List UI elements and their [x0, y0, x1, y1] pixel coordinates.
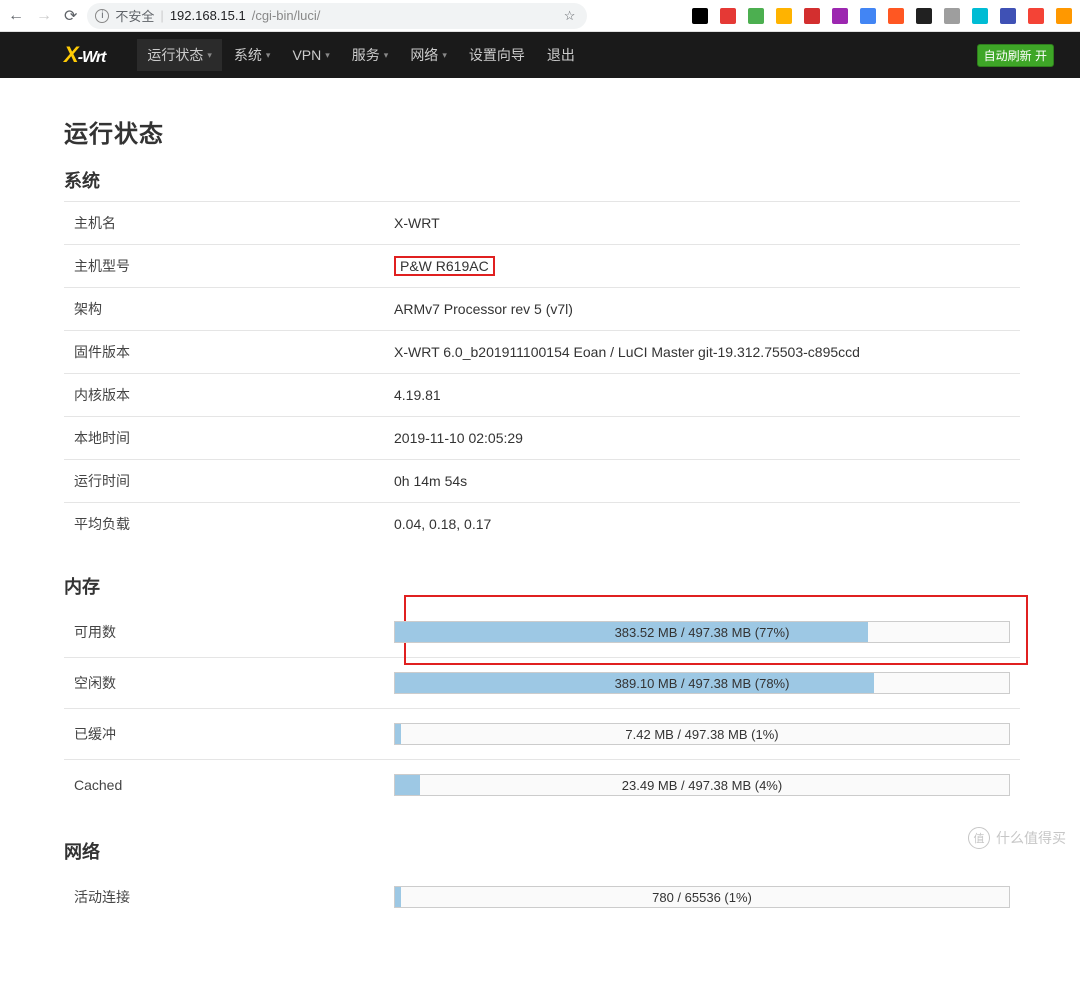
- mem-available-text: 383.52 MB / 497.38 MB (77%): [395, 622, 1009, 642]
- load-label: 平均负载: [74, 514, 394, 534]
- row-mem-cached: Cached 23.49 MB / 497.38 MB (4%): [64, 760, 1020, 810]
- row-uptime: 运行时间 0h 14m 54s: [64, 460, 1020, 503]
- extension-icon[interactable]: [1000, 8, 1016, 24]
- arch-value: ARMv7 Processor rev 5 (v7l): [394, 301, 1010, 317]
- row-mem-buffered: 已缓冲 7.42 MB / 497.38 MB (1%): [64, 709, 1020, 760]
- page-title: 运行状态: [64, 114, 1020, 149]
- extension-icon[interactable]: [944, 8, 960, 24]
- url-host: 192.168.15.1: [170, 8, 246, 23]
- nav-services[interactable]: 服务▾: [342, 39, 399, 71]
- caret-icon: ▾: [266, 50, 271, 61]
- back-icon[interactable]: ←: [8, 7, 24, 25]
- mem-cached-label: Cached: [74, 777, 394, 793]
- extension-icon[interactable]: [1056, 8, 1072, 24]
- mem-buffered-label: 已缓冲: [74, 724, 394, 744]
- section-memory: 内存: [64, 573, 1020, 599]
- load-value: 0.04, 0.18, 0.17: [394, 516, 1010, 532]
- nav-logout[interactable]: 退出: [537, 39, 585, 71]
- nav-wizard[interactable]: 设置向导: [459, 39, 535, 71]
- kernel-label: 内核版本: [74, 385, 394, 405]
- address-bar[interactable]: i 不安全 | 192.168.15.1/cgi-bin/luci/ ☆: [87, 3, 587, 29]
- extension-icon[interactable]: [1028, 8, 1044, 24]
- page-content: 运行状态 系统 主机名 X-WRT 主机型号 P&W R619AC 架构 ARM…: [0, 78, 1080, 990]
- extension-icon[interactable]: [972, 8, 988, 24]
- reload-icon[interactable]: ⟳: [64, 6, 77, 26]
- row-kernel: 内核版本 4.19.81: [64, 374, 1020, 417]
- firmware-value: X-WRT 6.0_b201911100154 Eoan / LuCI Mast…: [394, 344, 1010, 360]
- row-firmware: 固件版本 X-WRT 6.0_b201911100154 Eoan / LuCI…: [64, 331, 1020, 374]
- nav-vpn[interactable]: VPN▾: [282, 39, 339, 71]
- caret-icon: ▾: [207, 50, 212, 61]
- extension-icon[interactable]: [916, 8, 932, 24]
- localtime-label: 本地时间: [74, 428, 394, 448]
- hostname-value: X-WRT: [394, 215, 1010, 231]
- mem-cached-text: 23.49 MB / 497.38 MB (4%): [395, 775, 1009, 795]
- mem-free-text: 389.10 MB / 497.38 MB (78%): [395, 673, 1009, 693]
- mem-free-label: 空闲数: [74, 673, 394, 693]
- extension-icon[interactable]: [804, 8, 820, 24]
- extensions-bar: [692, 8, 1072, 24]
- extension-icon[interactable]: [888, 8, 904, 24]
- arch-label: 架构: [74, 299, 394, 319]
- nav-status[interactable]: 运行状态▾: [137, 39, 222, 71]
- logo[interactable]: X-Wrt: [64, 42, 105, 68]
- extension-icon[interactable]: [860, 8, 876, 24]
- row-mem-free: 空闲数 389.10 MB / 497.38 MB (78%): [64, 658, 1020, 709]
- browser-toolbar: ← → ⟳ i 不安全 | 192.168.15.1/cgi-bin/luci/…: [0, 0, 1080, 32]
- insecure-label: 不安全: [115, 6, 154, 25]
- localtime-value: 2019-11-10 02:05:29: [394, 430, 1010, 446]
- extension-icon[interactable]: [776, 8, 792, 24]
- row-hostname: 主机名 X-WRT: [64, 201, 1020, 245]
- main-navbar: X-Wrt 运行状态▾ 系统▾ VPN▾ 服务▾ 网络▾ 设置向导 退出 自动刷…: [0, 32, 1080, 78]
- extension-icon[interactable]: [692, 8, 708, 24]
- mem-available-label: 可用数: [74, 622, 394, 642]
- nav-network[interactable]: 网络▾: [400, 39, 457, 71]
- row-mem-available: 可用数 383.52 MB / 497.38 MB (77%): [64, 607, 1020, 658]
- uptime-label: 运行时间: [74, 471, 394, 491]
- extension-icon[interactable]: [748, 8, 764, 24]
- info-icon: i: [95, 9, 109, 23]
- mem-buffered-text: 7.42 MB / 497.38 MB (1%): [395, 724, 1009, 744]
- caret-icon: ▾: [384, 50, 389, 61]
- active-conn-bar: 780 / 65536 (1%): [394, 886, 1010, 908]
- model-value: P&W R619AC: [394, 256, 495, 276]
- url-path: /cgi-bin/luci/: [252, 8, 321, 23]
- model-label: 主机型号: [74, 256, 394, 276]
- hostname-label: 主机名: [74, 213, 394, 233]
- watermark: 值 什么值得买: [968, 827, 1066, 849]
- auto-refresh-toggle[interactable]: 自动刷新 开: [977, 44, 1054, 67]
- mem-free-bar: 389.10 MB / 497.38 MB (78%): [394, 672, 1010, 694]
- uptime-value: 0h 14m 54s: [394, 473, 1010, 489]
- row-load: 平均负载 0.04, 0.18, 0.17: [64, 503, 1020, 545]
- mem-cached-bar: 23.49 MB / 497.38 MB (4%): [394, 774, 1010, 796]
- section-system: 系统: [64, 167, 1020, 193]
- active-conn-label: 活动连接: [74, 887, 394, 907]
- firmware-label: 固件版本: [74, 342, 394, 362]
- nav-system[interactable]: 系统▾: [224, 39, 281, 71]
- caret-icon: ▾: [325, 50, 330, 61]
- watermark-icon: 值: [968, 827, 990, 849]
- row-active-connections: 活动连接 780 / 65536 (1%): [64, 872, 1020, 922]
- row-localtime: 本地时间 2019-11-10 02:05:29: [64, 417, 1020, 460]
- extension-icon[interactable]: [720, 8, 736, 24]
- section-network: 网络: [64, 838, 1020, 864]
- forward-icon[interactable]: →: [36, 7, 52, 25]
- row-model: 主机型号 P&W R619AC: [64, 245, 1020, 288]
- row-arch: 架构 ARMv7 Processor rev 5 (v7l): [64, 288, 1020, 331]
- star-icon[interactable]: ☆: [564, 8, 576, 24]
- extension-icon[interactable]: [832, 8, 848, 24]
- kernel-value: 4.19.81: [394, 387, 1010, 403]
- mem-buffered-bar: 7.42 MB / 497.38 MB (1%): [394, 723, 1010, 745]
- mem-available-bar: 383.52 MB / 497.38 MB (77%): [394, 621, 1010, 643]
- active-conn-text: 780 / 65536 (1%): [395, 887, 1009, 907]
- caret-icon: ▾: [442, 50, 447, 61]
